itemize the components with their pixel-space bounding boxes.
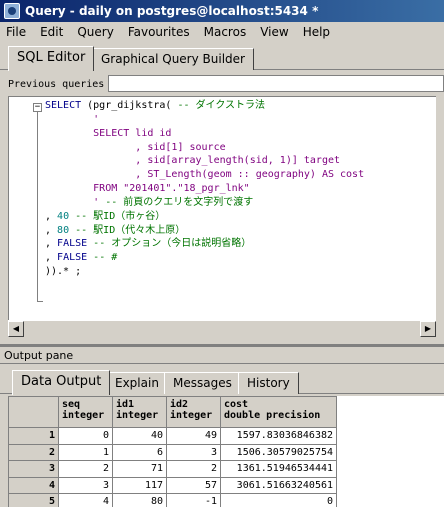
menu-view[interactable]: View	[260, 25, 288, 39]
cell-id2[interactable]: 49	[166, 427, 221, 445]
scroll-right-icon[interactable]: ▶	[420, 321, 436, 337]
code-line: , FALSE -- オプション（今日は説明省略）	[45, 238, 252, 250]
previous-queries-bar: Previous queries	[0, 74, 444, 94]
column-header-cost[interactable]: cost double precision	[220, 396, 337, 428]
tab-data-output[interactable]: Data Output	[12, 370, 111, 395]
collapse-fold-icon[interactable]: −	[33, 103, 42, 112]
tab-graphical-query-builder[interactable]: Graphical Query Builder	[92, 48, 254, 70]
code-line: , sid[1] source	[45, 141, 226, 153]
cell-seq[interactable]: 4	[58, 493, 113, 507]
menu-bar: File Edit Query Favourites Macros View H…	[0, 22, 444, 42]
column-type: integer	[116, 410, 159, 421]
table-row: 3 2 71 2 1361.51946534441	[8, 460, 337, 478]
code-line: '	[45, 113, 100, 125]
output-pane-header: Output pane	[0, 348, 444, 364]
code-line: , 40 -- 駅ID（市ヶ谷）	[45, 210, 166, 222]
previous-queries-label: Previous queries	[8, 78, 105, 90]
fold-guide-end	[37, 301, 43, 302]
column-type: integer	[62, 410, 105, 421]
row-header[interactable]: 2	[8, 443, 59, 461]
tab-history[interactable]: History	[238, 372, 299, 394]
corner-cell[interactable]	[8, 396, 59, 428]
previous-queries-dropdown[interactable]	[108, 75, 444, 92]
code-line: FROM "201401"."18_pgr_lnk"	[45, 183, 250, 195]
row-header[interactable]: 1	[8, 427, 59, 445]
column-header-seq[interactable]: seq integer	[58, 396, 113, 428]
cell-id1[interactable]: 80	[112, 493, 167, 507]
table-row: 5 4 80 -1 0	[8, 493, 337, 507]
code-line: )).* ;	[45, 266, 82, 278]
editor-tab-strip: SQL Editor Graphical Query Builder	[0, 44, 444, 71]
code-line: , ST_Length(geom :: geography) AS cost	[45, 169, 365, 181]
table-row: 4 3 117 57 3061.51663240561	[8, 476, 337, 494]
cell-seq[interactable]: 1	[58, 443, 113, 461]
code-line: SELECT lid id	[45, 127, 172, 139]
menu-macros[interactable]: Macros	[204, 25, 247, 39]
column-name: id1	[116, 399, 135, 410]
cell-cost[interactable]: 1597.83036846382	[220, 427, 337, 445]
tab-messages[interactable]: Messages	[164, 372, 241, 394]
menu-file[interactable]: File	[6, 25, 26, 39]
column-name: seq	[62, 399, 81, 410]
pgadmin-app-icon	[4, 3, 20, 19]
code-line: , sid[array_length(sid, 1)] target	[45, 155, 341, 167]
cell-seq[interactable]: 2	[58, 460, 113, 478]
window-title: Query - daily on postgres@localhost:5434…	[25, 4, 319, 18]
results-table: seq integer id1 integer id2 integer cost dou…	[8, 396, 337, 507]
tab-explain[interactable]: Explain	[106, 372, 168, 394]
menu-edit[interactable]: Edit	[40, 25, 63, 39]
tab-sql-editor[interactable]: SQL Editor	[8, 46, 95, 71]
cell-id2[interactable]: -1	[166, 493, 221, 507]
cell-id2[interactable]: 57	[166, 476, 221, 494]
output-tab-strip: Data Output Explain Messages History	[0, 368, 444, 395]
column-header-id1[interactable]: id1 integer	[112, 396, 167, 428]
cell-cost[interactable]: 0	[220, 493, 337, 507]
row-header[interactable]: 4	[8, 476, 59, 494]
pane-splitter[interactable]	[0, 344, 444, 347]
menu-favourites[interactable]: Favourites	[128, 25, 190, 39]
column-name: cost	[224, 399, 249, 410]
scroll-left-icon[interactable]: ◀	[8, 321, 24, 337]
code-line: SELECT (pgr_dijkstra( -- ダイクストラ法	[45, 100, 266, 111]
cell-id2[interactable]: 3	[166, 443, 221, 461]
editor-horizontal-scrollbar[interactable]: ◀ ▶	[8, 320, 436, 337]
code-line: ' -- 前頁のクエリを文字列で渡す	[45, 196, 254, 208]
menu-query[interactable]: Query	[77, 25, 113, 39]
cell-id2[interactable]: 2	[166, 460, 221, 478]
sql-editor[interactable]: − SELECT (pgr_dijkstra( -- ダイクストラ法 ' SEL…	[8, 96, 436, 336]
title-bar: Query - daily on postgres@localhost:5434…	[0, 0, 444, 22]
column-type: double precision	[224, 410, 321, 421]
cell-cost[interactable]: 1361.51946534441	[220, 460, 337, 478]
data-output-grid[interactable]: seq integer id1 integer id2 integer cost dou…	[8, 396, 444, 507]
column-header-id2[interactable]: id2 integer	[166, 396, 221, 428]
row-header[interactable]: 3	[8, 460, 59, 478]
cell-seq[interactable]: 0	[58, 427, 113, 445]
table-header-row: seq integer id1 integer id2 integer cost dou…	[8, 396, 337, 428]
row-header[interactable]: 5	[8, 493, 59, 507]
menu-help[interactable]: Help	[303, 25, 330, 39]
cell-cost[interactable]: 1506.30579025754	[220, 443, 337, 461]
code-line: , FALSE -- #	[45, 252, 118, 264]
code-comment: -- ダイクストラ法	[177, 100, 266, 111]
column-name: id2	[170, 399, 189, 410]
table-row: 2 1 6 3 1506.30579025754	[8, 443, 337, 461]
table-row: 1 0 40 49 1597.83036846382	[8, 427, 337, 445]
cell-id1[interactable]: 6	[112, 443, 167, 461]
cell-id1[interactable]: 117	[112, 476, 167, 494]
sql-code: SELECT (pgr_dijkstra( -- ダイクストラ法 ' SELEC…	[45, 99, 436, 279]
cell-seq[interactable]: 3	[58, 476, 113, 494]
fold-guide-line	[37, 107, 38, 301]
column-type: integer	[170, 410, 213, 421]
cell-id1[interactable]: 71	[112, 460, 167, 478]
code-line: , 80 -- 駅ID（代々木上原）	[45, 224, 186, 236]
cell-cost[interactable]: 3061.51663240561	[220, 476, 337, 494]
output-pane-label: Output pane	[4, 349, 74, 362]
cell-id1[interactable]: 40	[112, 427, 167, 445]
